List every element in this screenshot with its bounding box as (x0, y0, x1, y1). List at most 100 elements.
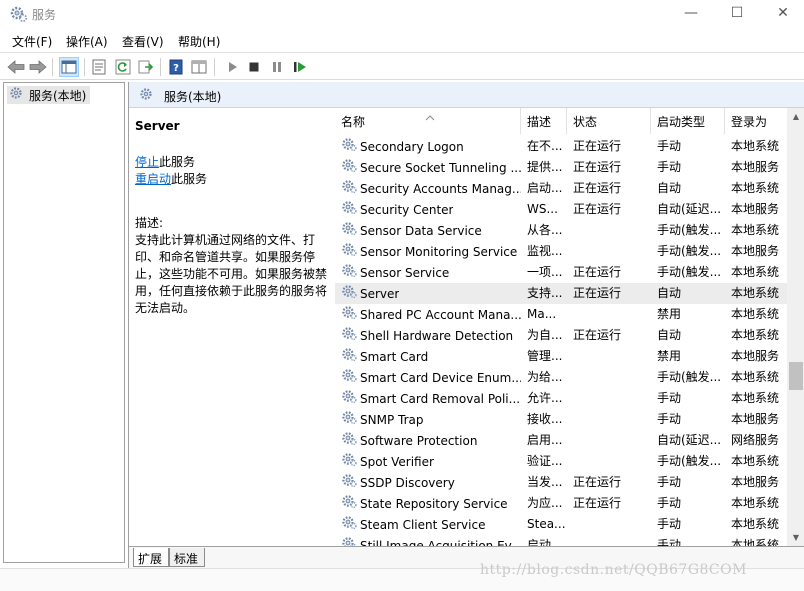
column-header-status[interactable]: 状态 (567, 108, 651, 134)
service-status: 正在运行 (573, 496, 622, 510)
service-description: 在不... (527, 139, 563, 153)
service-name-cell: Smart Card Removal Poli... (341, 388, 521, 411)
tab-extended[interactable]: 扩展 (133, 548, 170, 567)
forward-arrow-icon[interactable] (28, 57, 48, 77)
window-title: 服务 (32, 8, 57, 22)
service-gear-icon (341, 388, 357, 411)
menu-action[interactable]: 操作(A) (66, 33, 108, 50)
service-startup-type: 禁用 (657, 307, 682, 321)
service-log-on-as: 本地服务 (731, 202, 780, 216)
menu-view[interactable]: 查看(V) (122, 33, 164, 50)
help-icon[interactable]: ? (166, 57, 186, 77)
watermark-text: http://blog.csdn.net/QQB67G8COM (480, 562, 747, 578)
column-header-name[interactable]: 名称 (335, 108, 521, 134)
service-name: Steam Client Service (360, 518, 486, 532)
pause-service-icon[interactable] (267, 57, 287, 77)
service-row[interactable]: SNMP Trap 接收... 手动 本地服务 (335, 409, 787, 430)
stop-service-link[interactable]: 停止 (135, 155, 159, 169)
service-name-cell: Smart Card Device Enum... (341, 367, 521, 390)
console-view-icon[interactable] (189, 57, 209, 77)
pane-header-title: 服务(本地) (164, 90, 222, 104)
service-row[interactable]: Smart Card 管理... 禁用 本地服务 (335, 346, 787, 367)
menu-help[interactable]: 帮助(H) (178, 33, 220, 50)
service-gear-icon (341, 262, 357, 285)
service-row[interactable]: Secure Socket Tunneling ... 提供... 正在运行 手动 本地… (335, 157, 787, 178)
toolbar: ? (0, 52, 804, 80)
service-startup-type: 自动(延迟... (657, 202, 722, 216)
tab-standard[interactable]: 标准 (169, 548, 206, 567)
service-row[interactable]: Smart Card Device Enum... 为给... 手动(触发... 本地… (335, 367, 787, 388)
console-tree-pane: 服务(本地) (3, 82, 125, 563)
stop-service-icon[interactable] (244, 57, 264, 77)
service-name-cell: Shell Hardware Detection (341, 325, 521, 348)
service-row[interactable]: Still Image Acquisition Ev... 启动... 手动 本地系统 (335, 535, 787, 546)
service-row[interactable]: Shell Hardware Detection 为自... 正在运行 自动 本地系统 (335, 325, 787, 346)
vertical-scrollbar[interactable]: ▲ ▼ (787, 108, 804, 546)
pane-header: 服务(本地) (129, 82, 804, 108)
service-name: Server (360, 287, 400, 301)
service-name: Smart Card Removal Poli... (360, 392, 521, 406)
console-tree-icon[interactable] (59, 57, 79, 77)
service-log-on-as: 网络服务 (731, 433, 780, 447)
properties-icon[interactable] (89, 57, 109, 77)
service-description: WS... (527, 202, 558, 216)
service-startup-type: 手动 (657, 139, 682, 153)
service-description: 监视... (527, 244, 563, 258)
service-name: Software Protection (360, 434, 478, 448)
service-description: 启动... (527, 538, 563, 546)
refresh-icon[interactable] (113, 57, 133, 77)
service-row[interactable]: Shared PC Account Mana... Ma... 禁用 本地系统 (335, 304, 787, 325)
service-gear-icon (341, 241, 357, 264)
service-row[interactable]: Sensor Service 一项... 正在运行 手动(触发... 本地系统 (335, 262, 787, 283)
menu-file[interactable]: 文件(F) (12, 33, 52, 50)
minimize-button[interactable]: — (668, 0, 714, 28)
stop-line: 停止此服务 (135, 155, 196, 169)
service-description: 验证... (527, 454, 563, 468)
service-startup-type: 自动 (657, 328, 682, 342)
service-row[interactable]: State Repository Service 为应... 正在运行 手动 本地系统 (335, 493, 787, 514)
service-name: Security Center (360, 203, 454, 217)
maximize-button[interactable]: ☐ (714, 0, 760, 28)
service-row[interactable]: Software Protection 启用... 自动(延迟... 网络服务 (335, 430, 787, 451)
service-row[interactable]: Smart Card Removal Poli... 允许... 手动 本地系统 (335, 388, 787, 409)
service-row[interactable]: Security Center WS... 正在运行 自动(延迟... 本地服务 (335, 199, 787, 220)
scroll-up-icon[interactable]: ▲ (787, 108, 804, 125)
service-name: Smart Card (360, 350, 429, 364)
restart-service-icon[interactable] (290, 57, 310, 77)
scroll-thumb[interactable] (789, 362, 803, 390)
start-service-icon[interactable] (222, 57, 242, 77)
service-row[interactable]: Sensor Data Service 从各... 手动(触发... 本地系统 (335, 220, 787, 241)
service-name-cell: SNMP Trap (341, 409, 521, 432)
back-arrow-icon[interactable] (6, 57, 26, 77)
service-name: State Repository Service (360, 497, 508, 511)
close-button[interactable]: ✕ (760, 0, 804, 28)
service-name-cell: Security Accounts Manag... (341, 178, 521, 201)
service-status: 正在运行 (573, 286, 622, 300)
tree-item-services-local[interactable]: 服务(本地) (7, 86, 91, 104)
service-row[interactable]: Secondary Logon 在不... 正在运行 手动 本地系统 (335, 136, 787, 157)
column-header-startup-type[interactable]: 启动类型 (651, 108, 725, 134)
column-header-log-on-as[interactable]: 登录为 (725, 108, 787, 134)
service-name: Sensor Data Service (360, 224, 482, 238)
services-list: 名称 描述 状态 启动类型 登录为 Secondary Logon 在不... 正在… (335, 108, 804, 546)
restart-service-link[interactable]: 重启动 (135, 172, 171, 186)
service-name-cell: Secure Socket Tunneling ... (341, 157, 521, 180)
service-log-on-as: 本地系统 (731, 517, 780, 531)
service-name-cell: Shared PC Account Mana... (341, 304, 521, 327)
service-row[interactable]: Server 支持... 正在运行 自动 本地系统 (335, 283, 787, 304)
service-name: Shared PC Account Mana... (360, 308, 521, 322)
service-row[interactable]: SSDP Discovery 当发... 正在运行 手动 本地服务 (335, 472, 787, 493)
service-startup-type: 手动 (657, 412, 682, 426)
service-description: 接收... (527, 412, 563, 426)
service-row[interactable]: Security Accounts Manag... 启动... 正在运行 自动 本地系… (335, 178, 787, 199)
service-row[interactable]: Sensor Monitoring Service 监视... 手动(触发... 本地… (335, 241, 787, 262)
service-description: 启用... (527, 433, 563, 447)
service-row[interactable]: Spot Verifier 验证... 手动(触发... 本地系统 (335, 451, 787, 472)
scroll-down-icon[interactable]: ▼ (787, 529, 804, 546)
svg-text:?: ? (173, 63, 179, 74)
service-row[interactable]: Steam Client Service Stea... 手动 本地系统 (335, 514, 787, 535)
service-log-on-as: 本地系统 (731, 286, 780, 300)
column-header-description[interactable]: 描述 (521, 108, 567, 134)
service-startup-type: 自动(延迟... (657, 433, 722, 447)
export-list-icon[interactable] (136, 57, 156, 77)
